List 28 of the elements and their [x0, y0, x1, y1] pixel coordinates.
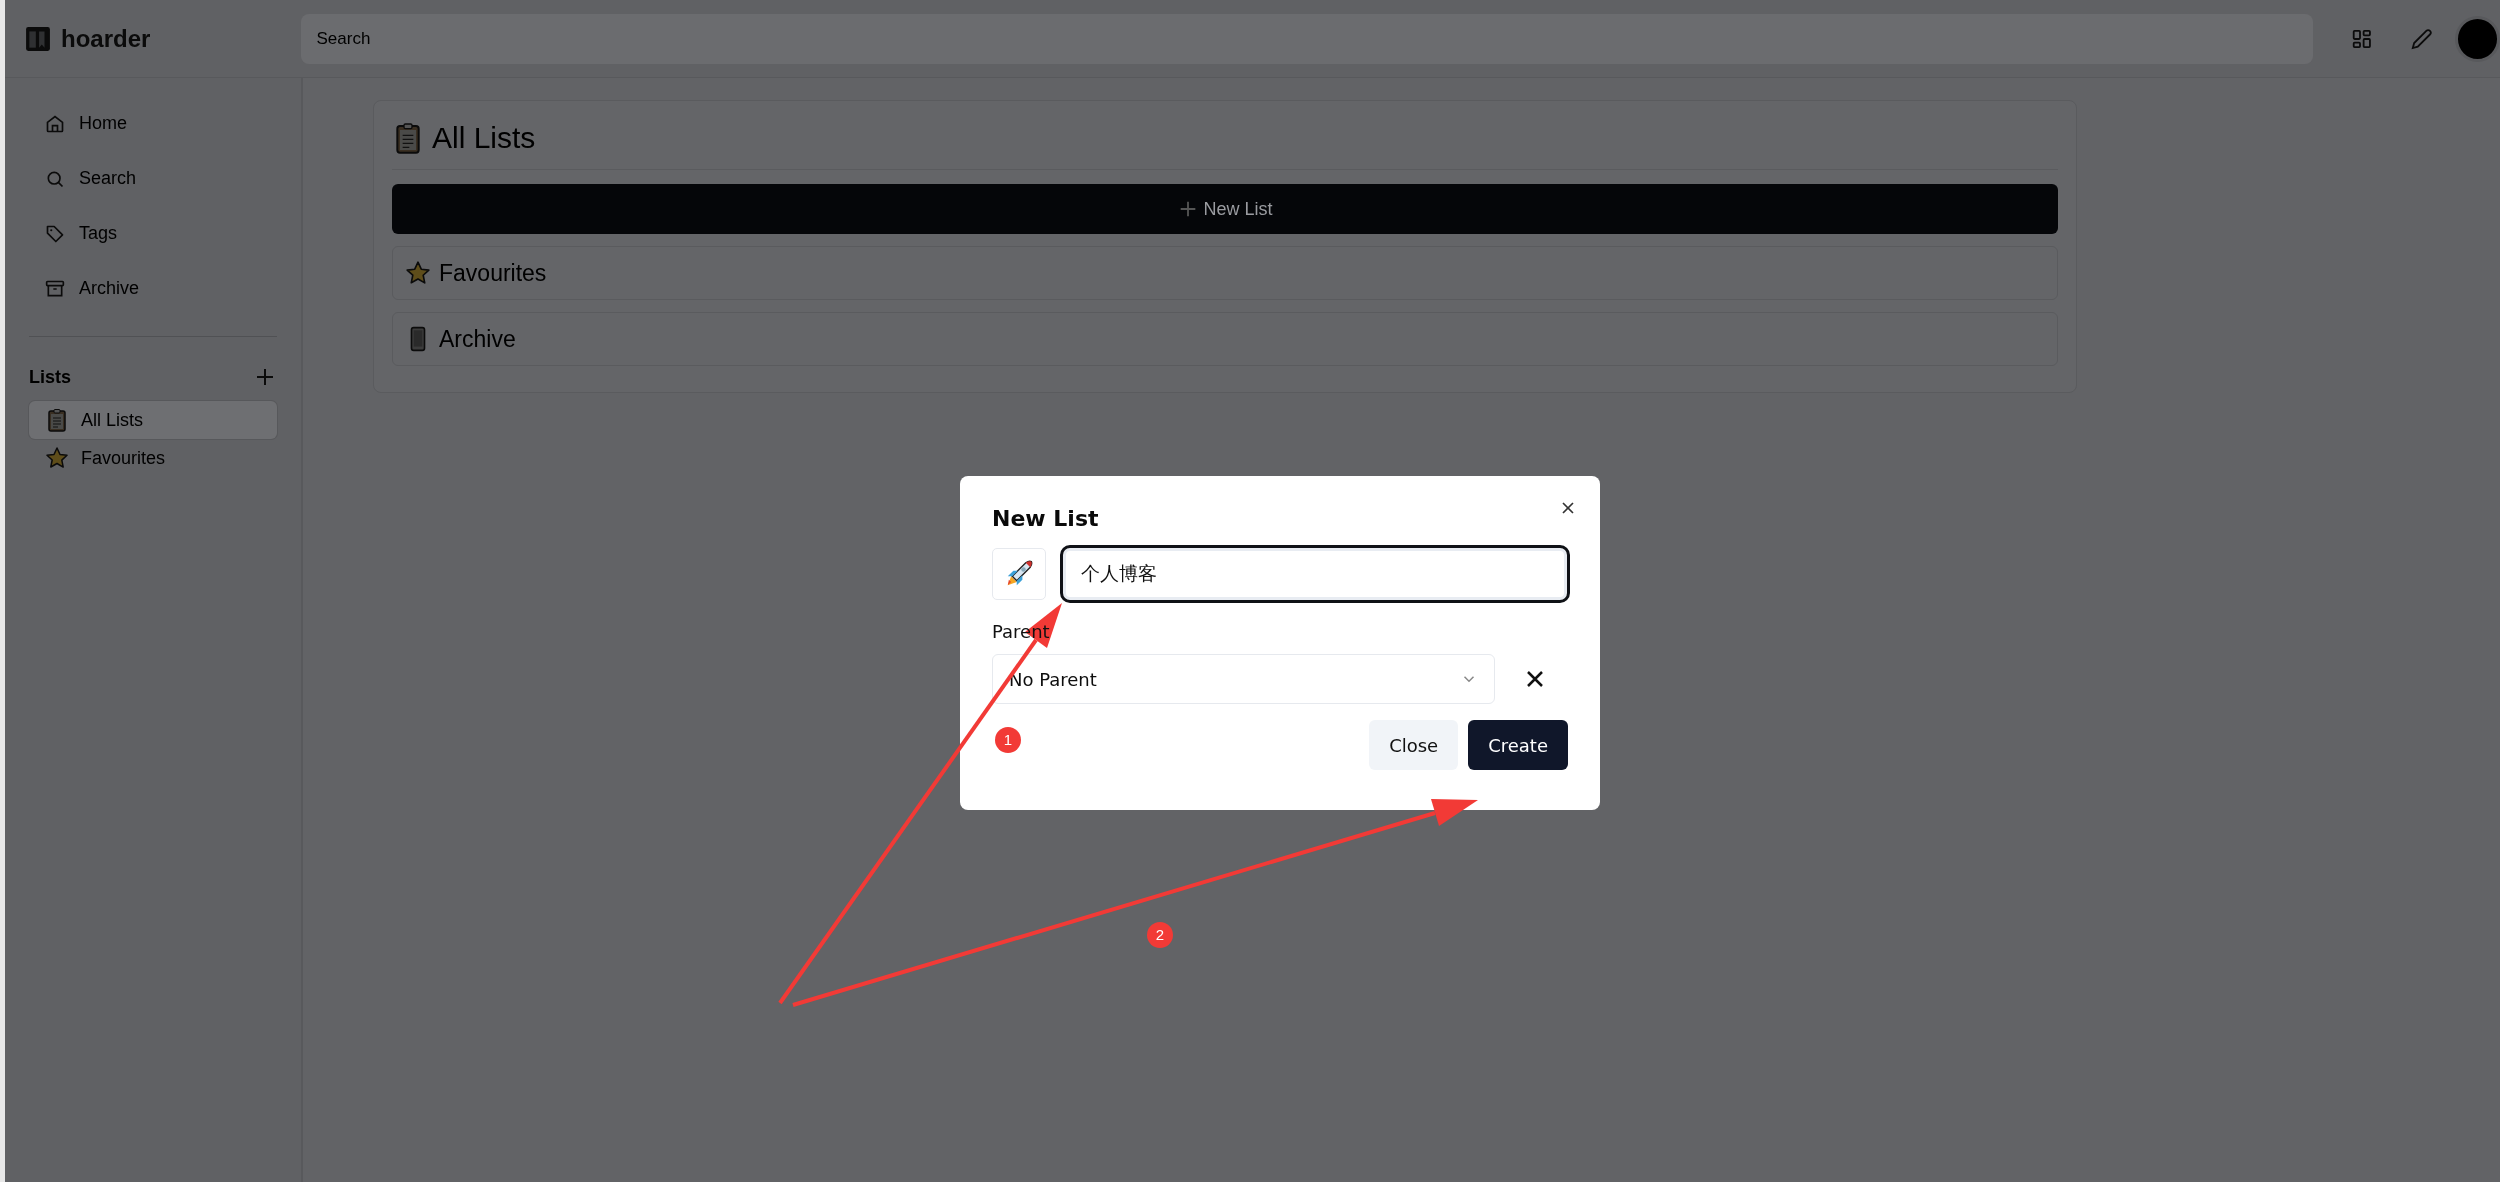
sidebar-item[interactable]: All Lists — [29, 401, 277, 439]
clipboard-icon — [45, 408, 69, 432]
logo-icon — [25, 25, 51, 52]
archive-icon — [45, 278, 65, 299]
sidebar-item[interactable]: Favourites — [29, 439, 277, 477]
search-field[interactable]: Search — [300, 13, 2314, 64]
close-button[interactable]: Close — [1369, 720, 1459, 770]
list-item[interactable]: Favourites — [392, 246, 2058, 300]
page-title: All Lists — [432, 121, 536, 155]
list-name-field[interactable]: 个人博客 — [1059, 545, 1570, 603]
home-icon — [45, 113, 65, 134]
sidebar-item[interactable]: Search — [29, 151, 277, 206]
dialog-title: New List — [992, 506, 1100, 531]
pencil-icon[interactable] — [2411, 27, 2433, 50]
star-icon — [45, 446, 69, 470]
list-item[interactable]: Archive — [392, 312, 2058, 366]
section-heading: Lists — [29, 366, 71, 388]
star-icon — [405, 260, 431, 286]
create-button[interactable]: Create — [1468, 720, 1568, 770]
new-list-button[interactable]: New List — [392, 184, 2058, 234]
sidebar-item[interactable]: Archive — [29, 261, 277, 316]
emoji-button[interactable] — [992, 548, 1046, 600]
tag-icon — [45, 223, 65, 244]
sidebar-item[interactable]: Home — [29, 96, 277, 151]
app-logo[interactable]: hoarder — [61, 24, 151, 53]
sidebar-item[interactable]: Tags — [29, 206, 277, 261]
grid-icon[interactable] — [2351, 27, 2373, 50]
step-badge: 2 — [1147, 922, 1173, 948]
